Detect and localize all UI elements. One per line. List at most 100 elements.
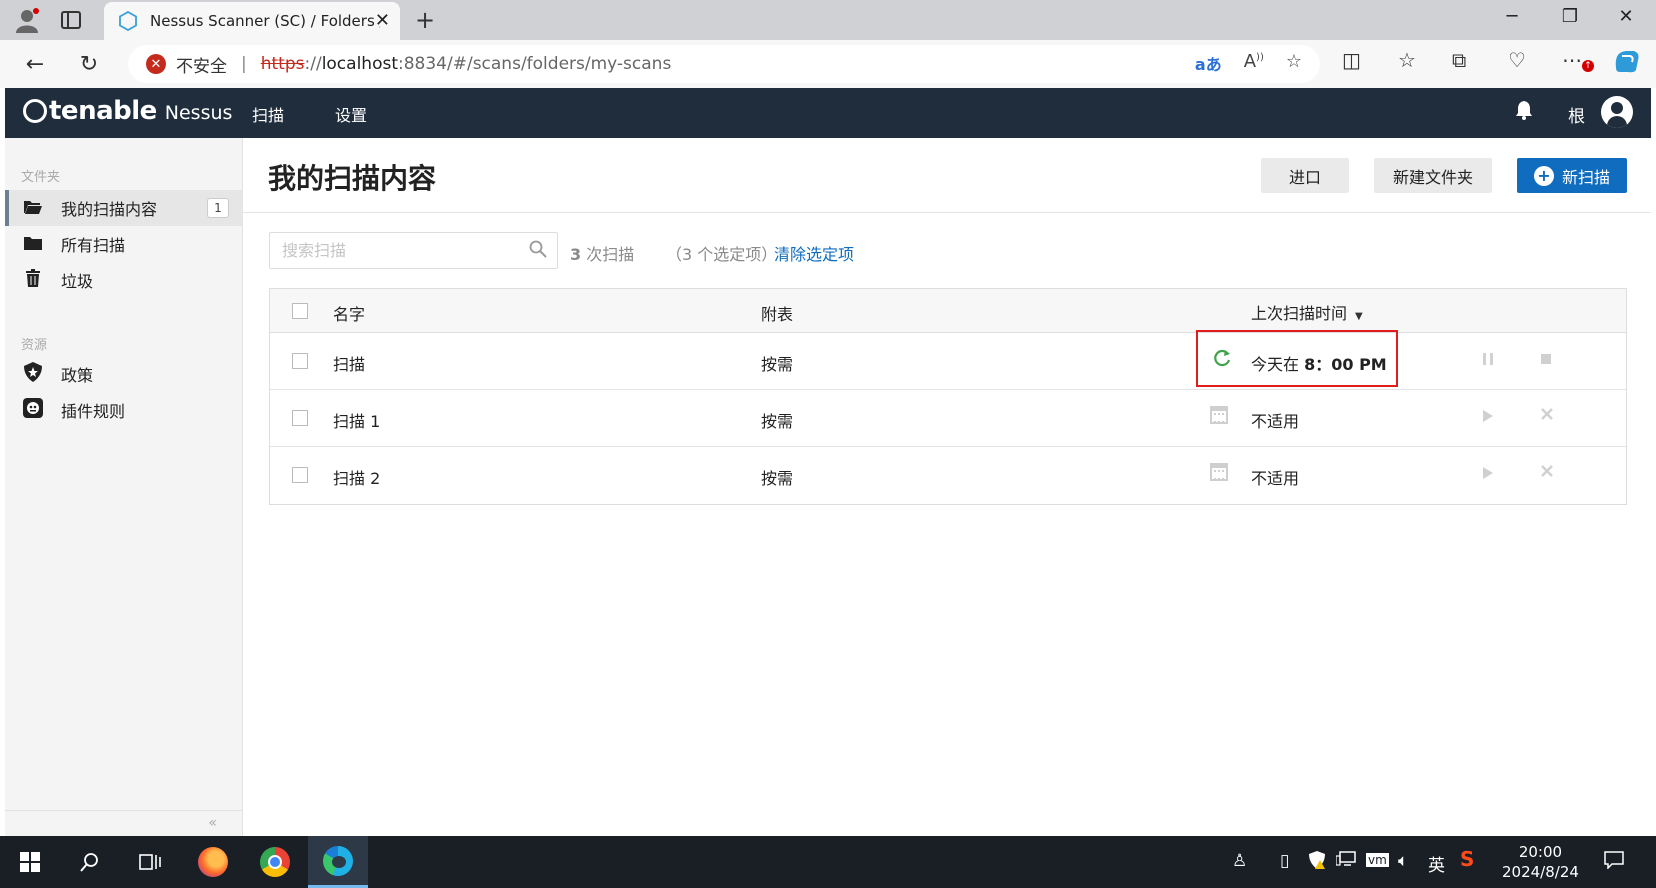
delete-icon[interactable] bbox=[1540, 406, 1554, 425]
copilot-icon[interactable] bbox=[1612, 48, 1642, 79]
sidebar-item-label: 插件规则 bbox=[61, 402, 126, 421]
row-checkbox[interactable] bbox=[292, 410, 308, 426]
favorites-icon[interactable]: ☆ bbox=[1398, 48, 1416, 72]
clear-selection-link[interactable]: 清除选定项 bbox=[774, 241, 854, 265]
ime-language-indicator[interactable]: 英 bbox=[1428, 851, 1445, 876]
scan-count-number: 3 bbox=[570, 245, 582, 264]
edge-icon[interactable] bbox=[308, 836, 368, 888]
sidebar-item-my-scans[interactable]: 我的扫描内容 1 bbox=[5, 190, 243, 226]
sidebar-item-all-scans[interactable]: 所有扫描 bbox=[5, 226, 243, 262]
scan-count-badge: 1 bbox=[207, 198, 229, 218]
highlight-annotation-box bbox=[1196, 330, 1398, 387]
resources-heading: 资源 bbox=[21, 338, 48, 353]
search-input[interactable] bbox=[270, 233, 510, 268]
nav-settings[interactable]: 设置 bbox=[335, 102, 367, 126]
split-screen-icon[interactable]: ◫ bbox=[1342, 48, 1361, 72]
collapse-sidebar-button[interactable]: « bbox=[5, 810, 243, 836]
usb-device-icon[interactable]: ▯ bbox=[1280, 851, 1289, 871]
new-folder-button[interactable]: 新建文件夹 bbox=[1374, 158, 1492, 193]
column-header-name[interactable]: 名字 bbox=[333, 301, 365, 325]
sogou-ime-icon[interactable]: S bbox=[1460, 847, 1474, 871]
tenable-logo-icon bbox=[23, 99, 47, 123]
clock-time: 20:00 bbox=[1518, 843, 1563, 861]
stop-icon[interactable] bbox=[1540, 351, 1552, 370]
table-row[interactable]: 扫描 按需 今天在 8：00 PM bbox=[270, 333, 1626, 390]
not-secure-icon[interactable]: ✕ bbox=[146, 54, 166, 74]
network-icon[interactable] bbox=[1335, 851, 1356, 872]
security-shield-icon[interactable] bbox=[1308, 851, 1326, 874]
clock-date: 2024/8/24 bbox=[1502, 863, 1579, 881]
last-scanned-time: 不适用 bbox=[1251, 412, 1300, 431]
tab-actions-icon[interactable] bbox=[54, 4, 88, 36]
row-checkbox[interactable] bbox=[292, 353, 308, 369]
address-bar[interactable]: ✕ 不安全 | https://localhost:8834/#/scans/f… bbox=[128, 45, 1320, 83]
search-box bbox=[269, 232, 558, 269]
url-path: :8834/#/scans/folders/my-scans bbox=[398, 54, 672, 74]
sidebar: 文件夹 我的扫描内容 1 所有扫描 垃圾 资源 政策 插件规则 « bbox=[5, 138, 243, 836]
collections-icon[interactable]: ⧉ bbox=[1452, 48, 1466, 72]
volume-icon[interactable]: 🔈︎ bbox=[1398, 851, 1408, 871]
minimize-button[interactable]: ─ bbox=[1488, 6, 1536, 27]
sidebar-item-trash[interactable]: 垃圾 bbox=[5, 262, 243, 298]
firefox-icon[interactable] bbox=[193, 846, 233, 878]
more-menu-icon[interactable]: ⋯ ↑ bbox=[1562, 48, 1594, 72]
notifications-bell-icon[interactable] bbox=[1515, 100, 1533, 125]
user-name[interactable]: 根 bbox=[1568, 102, 1585, 127]
import-button[interactable]: 进口 bbox=[1261, 158, 1349, 193]
play-icon[interactable] bbox=[1482, 408, 1494, 427]
nessus-favicon-icon bbox=[119, 11, 137, 31]
read-aloud-icon[interactable]: A)) bbox=[1244, 51, 1264, 75]
profile-icon[interactable] bbox=[10, 4, 44, 36]
security-label[interactable]: 不安全 bbox=[176, 52, 227, 77]
table-header: 名字 附表 上次扫描时间 ▼ bbox=[270, 289, 1626, 333]
nav-scans[interactable]: 扫描 bbox=[252, 102, 284, 126]
folder-icon bbox=[23, 235, 43, 254]
new-tab-button[interactable]: + bbox=[408, 4, 442, 36]
tab-close-icon[interactable]: ✕ bbox=[375, 10, 390, 31]
search-icon[interactable] bbox=[529, 240, 547, 263]
scan-count: 3 次扫描 bbox=[570, 241, 634, 265]
new-scan-button-label: 新扫描 bbox=[1561, 167, 1610, 187]
row-checkbox[interactable] bbox=[292, 467, 308, 483]
brand-name: tenable bbox=[49, 96, 157, 126]
refresh-icon[interactable]: ↻ bbox=[72, 48, 106, 80]
new-scan-button[interactable]: + 新扫描 bbox=[1517, 158, 1627, 193]
sidebar-item-label: 政策 bbox=[61, 366, 94, 385]
tenable-logo[interactable]: tenable Nessus bbox=[23, 96, 232, 126]
column-header-schedule[interactable]: 附表 bbox=[761, 301, 793, 325]
people-icon[interactable]: ♙ bbox=[1232, 851, 1247, 871]
folder-open-icon bbox=[23, 199, 43, 218]
translate-icon[interactable]: aあ bbox=[1195, 51, 1222, 75]
system-clock[interactable]: 20:00 2024/8/24 bbox=[1502, 842, 1579, 882]
pause-icon[interactable] bbox=[1482, 351, 1494, 370]
window-close-button[interactable]: ✕ bbox=[1602, 6, 1650, 27]
windows-start-icon[interactable] bbox=[10, 846, 50, 878]
back-arrow-icon[interactable]: ← bbox=[18, 48, 52, 80]
task-view-icon[interactable] bbox=[130, 846, 170, 878]
notification-center-icon[interactable] bbox=[1604, 851, 1624, 874]
browser-tab-nessus[interactable]: Nessus Scanner (SC) / Folders / M ✕ bbox=[104, 2, 400, 40]
table-row[interactable]: 扫描 1 按需 不适用 bbox=[270, 390, 1626, 447]
search-taskbar-icon[interactable] bbox=[70, 846, 110, 878]
scan-name[interactable]: 扫描 1 bbox=[333, 408, 380, 432]
delete-icon[interactable] bbox=[1540, 463, 1554, 482]
sidebar-item-plugin-rules[interactable]: 插件规则 bbox=[5, 392, 243, 428]
plus-circle-icon: + bbox=[1533, 165, 1554, 186]
sidebar-item-policies[interactable]: 政策 bbox=[5, 356, 243, 392]
vmware-tools-icon[interactable]: vm bbox=[1366, 853, 1389, 867]
scan-name[interactable]: 扫描 2 bbox=[333, 465, 380, 489]
select-all-checkbox[interactable] bbox=[292, 303, 308, 319]
favorite-star-icon[interactable]: ☆ bbox=[1286, 51, 1302, 75]
last-scanned-time: 不适用 bbox=[1251, 469, 1300, 488]
browser-essentials-icon[interactable]: ♡ bbox=[1508, 48, 1526, 72]
plugin-rules-icon bbox=[23, 398, 43, 422]
sidebar-item-label: 所有扫描 bbox=[61, 236, 126, 255]
url-divider: | bbox=[241, 54, 247, 74]
play-icon[interactable] bbox=[1482, 465, 1494, 484]
restore-button[interactable]: ❐ bbox=[1546, 6, 1594, 27]
user-avatar-icon[interactable] bbox=[1601, 96, 1633, 128]
column-header-last-scanned[interactable]: 上次扫描时间 ▼ bbox=[1251, 300, 1363, 324]
chrome-icon[interactable] bbox=[255, 846, 295, 878]
table-row[interactable]: 扫描 2 按需 不适用 bbox=[270, 447, 1626, 504]
scan-name[interactable]: 扫描 bbox=[333, 351, 365, 375]
